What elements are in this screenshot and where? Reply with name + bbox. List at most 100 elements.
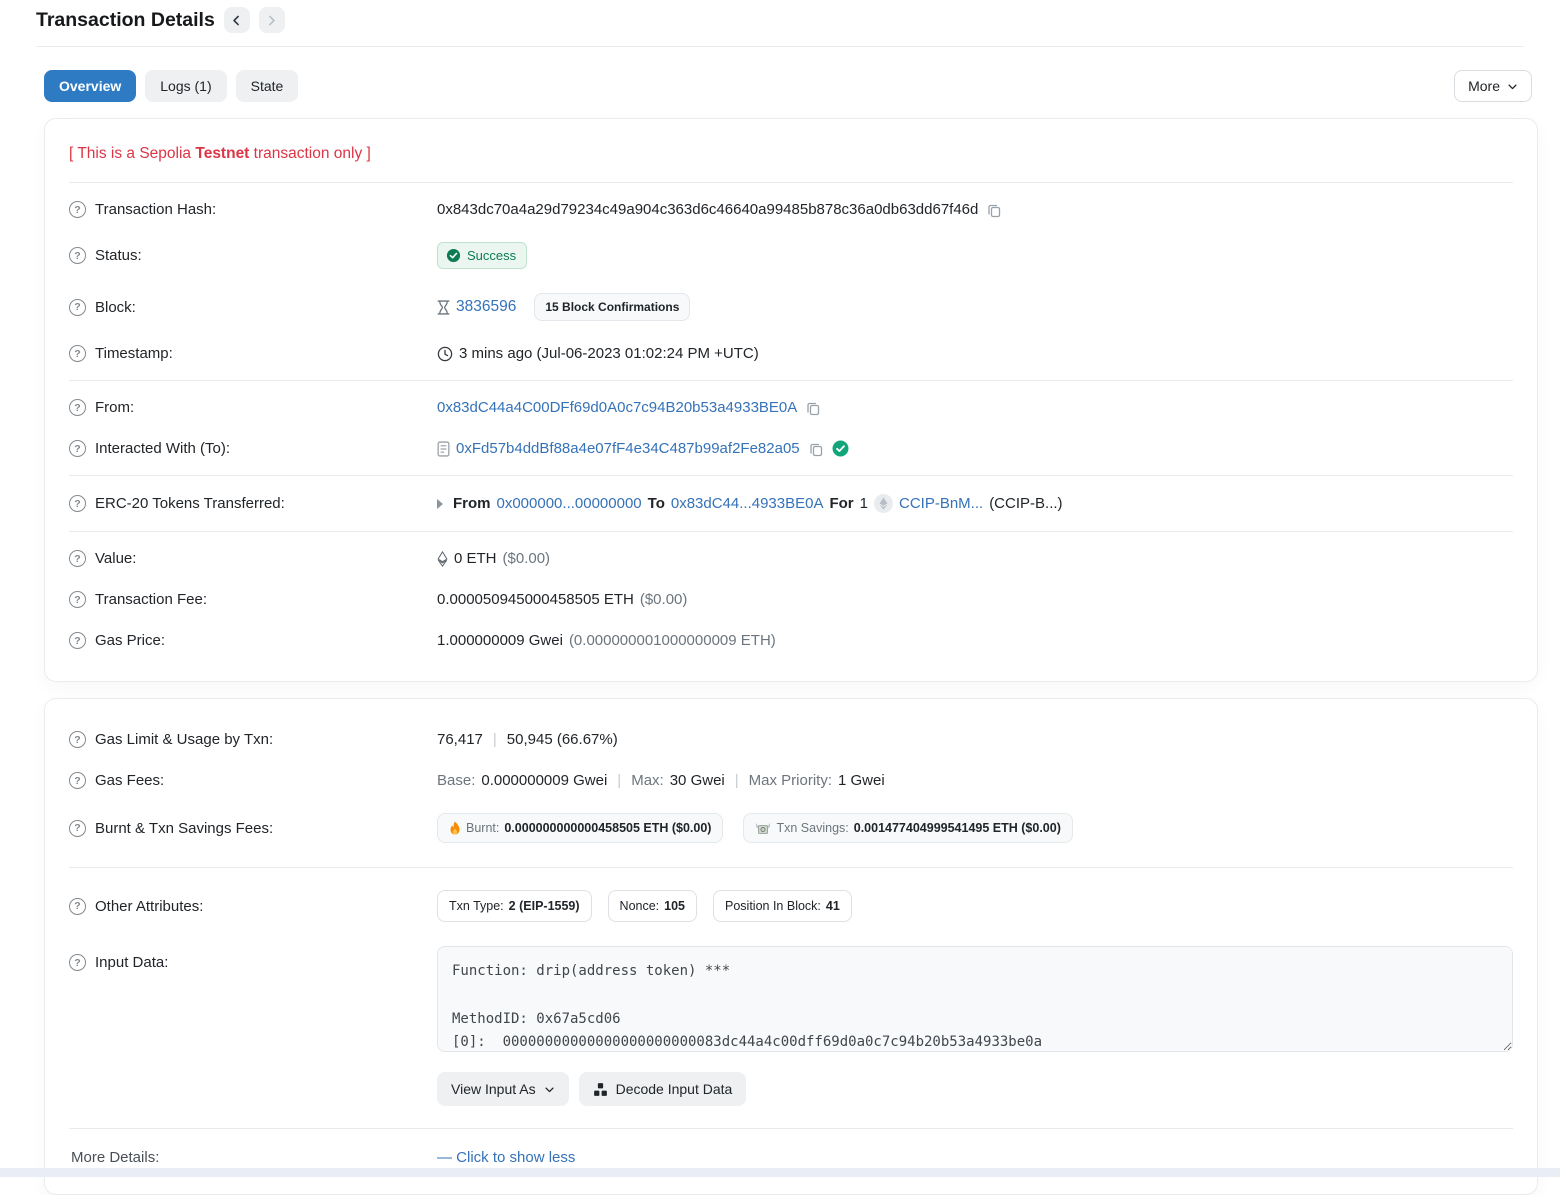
show-less-toggle-link[interactable]: — Click to show less [437, 1149, 575, 1166]
previous-txn-button[interactable] [224, 7, 250, 33]
token-logo-icon [874, 494, 893, 513]
input-data-label: Input Data: [95, 954, 168, 971]
help-icon[interactable] [69, 399, 86, 416]
money-wings-icon [755, 822, 771, 835]
help-icon[interactable] [69, 772, 86, 789]
details-card: Gas Limit & Usage by Txn: 76,417 | 50,94… [44, 698, 1538, 1195]
help-icon[interactable] [69, 550, 86, 567]
chevron-down-icon [544, 1084, 555, 1095]
nonce-key: Nonce: [620, 899, 660, 913]
position-in-block-badge: Position In Block: 41 [713, 890, 852, 922]
row-status: Status: Success [69, 230, 1513, 281]
erc20-for-word: For [829, 495, 853, 512]
status-badge: Success [437, 242, 527, 269]
help-icon[interactable] [69, 247, 86, 264]
other-attributes-label: Other Attributes: [95, 898, 203, 915]
block-confirmations-badge: 15 Block Confirmations [534, 293, 690, 321]
transaction-fee-usd: ($0.00) [640, 591, 688, 608]
help-icon[interactable] [69, 954, 86, 971]
tab-state[interactable]: State [236, 70, 299, 102]
timestamp-value: 3 mins ago (Jul-06-2023 01:02:24 PM +UTC… [459, 345, 759, 362]
status-label: Status: [95, 247, 142, 264]
chevron-right-icon [265, 14, 278, 27]
clock-icon [437, 346, 453, 362]
eth-diamond-icon [437, 551, 448, 567]
gas-fees-label: Gas Fees: [95, 772, 164, 789]
tab-bar: Overview Logs (1) State More [44, 70, 1532, 102]
row-more-details: More Details: — Click to show less [69, 1129, 1513, 1188]
next-txn-button[interactable] [259, 7, 285, 33]
help-icon[interactable] [69, 820, 86, 837]
more-dropdown-label: More [1468, 78, 1500, 94]
row-interacted-with: Interacted With (To): 0xFd57b4ddBf88a4e0… [69, 428, 1513, 469]
block-number-link[interactable]: 3836596 [456, 298, 516, 316]
input-data-actions: View Input As Decode Input Data [437, 1068, 1513, 1120]
page-header: Transaction Details [0, 0, 1560, 33]
decode-input-data-button[interactable]: Decode Input Data [579, 1072, 747, 1106]
copy-icon [986, 202, 1002, 218]
chevron-left-icon [230, 14, 243, 27]
gas-price-amount: 1.000000009 Gwei [437, 632, 563, 649]
block-label: Block: [95, 299, 136, 316]
copy-icon [808, 441, 824, 457]
caret-right-icon [437, 499, 443, 509]
help-icon[interactable] [69, 632, 86, 649]
check-circle-icon [446, 248, 461, 263]
row-erc20-transfers: ERC-20 Tokens Transferred: From 0x000000… [69, 482, 1513, 525]
erc20-from-address-link[interactable]: 0x000000...00000000 [497, 495, 642, 512]
copy-from-address-button[interactable] [803, 400, 823, 416]
position-value: 41 [826, 899, 840, 913]
value-amount: 0 ETH [454, 550, 497, 567]
help-icon[interactable] [69, 299, 86, 316]
gas-price-eth: (0.000000001000000009 ETH) [569, 632, 776, 649]
help-icon[interactable] [69, 440, 86, 457]
row-value: Value: 0 ETH ($0.00) [69, 538, 1513, 579]
erc20-transfers-label: ERC-20 Tokens Transferred: [95, 495, 285, 512]
copy-txn-hash-button[interactable] [984, 202, 1004, 218]
row-input-data: Input Data: Function: drip(address token… [69, 934, 1513, 1060]
base-fee-value: 0.000000009 Gwei [481, 772, 607, 789]
more-dropdown-button[interactable]: More [1454, 70, 1532, 102]
pipe-separator: | [731, 772, 743, 789]
gas-usage-value: 50,945 (66.67%) [507, 731, 618, 748]
txn-savings-badge: Txn Savings: 0.001477404999541495 ETH ($… [743, 813, 1072, 843]
burnt-badge: Burnt: 0.000000000000458505 ETH ($0.00) [437, 813, 723, 843]
header-divider [36, 46, 1524, 47]
help-icon[interactable] [69, 201, 86, 218]
copy-to-address-button[interactable] [806, 441, 826, 457]
contract-icon [437, 441, 450, 457]
help-icon[interactable] [69, 345, 86, 362]
help-icon[interactable] [69, 731, 86, 748]
burnt-value: 0.000000000000458505 ETH ($0.00) [504, 821, 711, 835]
copy-icon [805, 400, 821, 416]
status-badge-text: Success [467, 248, 516, 263]
erc20-amount: 1 [860, 495, 868, 512]
from-address-link[interactable]: 0x83dC44a4C00DFf69d0A0c7c94B20b53a4933BE… [437, 399, 797, 416]
to-address-link[interactable]: 0xFd57b4ddBf88a4e07fF4e34C487b99af2Fe82a… [456, 440, 800, 457]
position-key: Position In Block: [725, 899, 821, 913]
txn-type-badge: Txn Type: 2 (EIP-1559) [437, 890, 592, 922]
view-input-as-button[interactable]: View Input As [437, 1072, 569, 1106]
testnet-warning-prefix: [ This is a Sepolia [69, 145, 195, 162]
timestamp-label: Timestamp: [95, 345, 173, 362]
max-fee-label: Max: [631, 772, 664, 789]
help-icon[interactable] [69, 591, 86, 608]
erc20-to-address-link[interactable]: 0x83dC44...4933BE0A [671, 495, 824, 512]
row-block: Block: 3836596 15 Block Confirmations [69, 281, 1513, 333]
row-gas-fees: Gas Fees: Base: 0.000000009 Gwei | Max: … [69, 760, 1513, 801]
row-transaction-hash: Transaction Hash: 0x843dc70a4a29d79234c4… [69, 189, 1513, 230]
help-icon[interactable] [69, 898, 86, 915]
erc20-token-name-link[interactable]: CCIP-BnM... [899, 495, 983, 512]
testnet-warning-bold: Testnet [195, 145, 249, 162]
txn-savings-value: 0.001477404999541495 ETH ($0.00) [854, 821, 1061, 835]
tab-logs[interactable]: Logs (1) [145, 70, 226, 102]
value-usd: ($0.00) [503, 550, 551, 567]
flame-icon [449, 821, 461, 835]
help-icon[interactable] [69, 495, 86, 512]
max-priority-fee-label: Max Priority: [749, 772, 832, 789]
tab-overview[interactable]: Overview [44, 70, 136, 102]
decode-input-data-label: Decode Input Data [616, 1081, 733, 1097]
input-data-textarea[interactable]: Function: drip(address token) *** Method… [437, 946, 1513, 1052]
gas-price-label: Gas Price: [95, 632, 165, 649]
value-label: Value: [95, 550, 136, 567]
